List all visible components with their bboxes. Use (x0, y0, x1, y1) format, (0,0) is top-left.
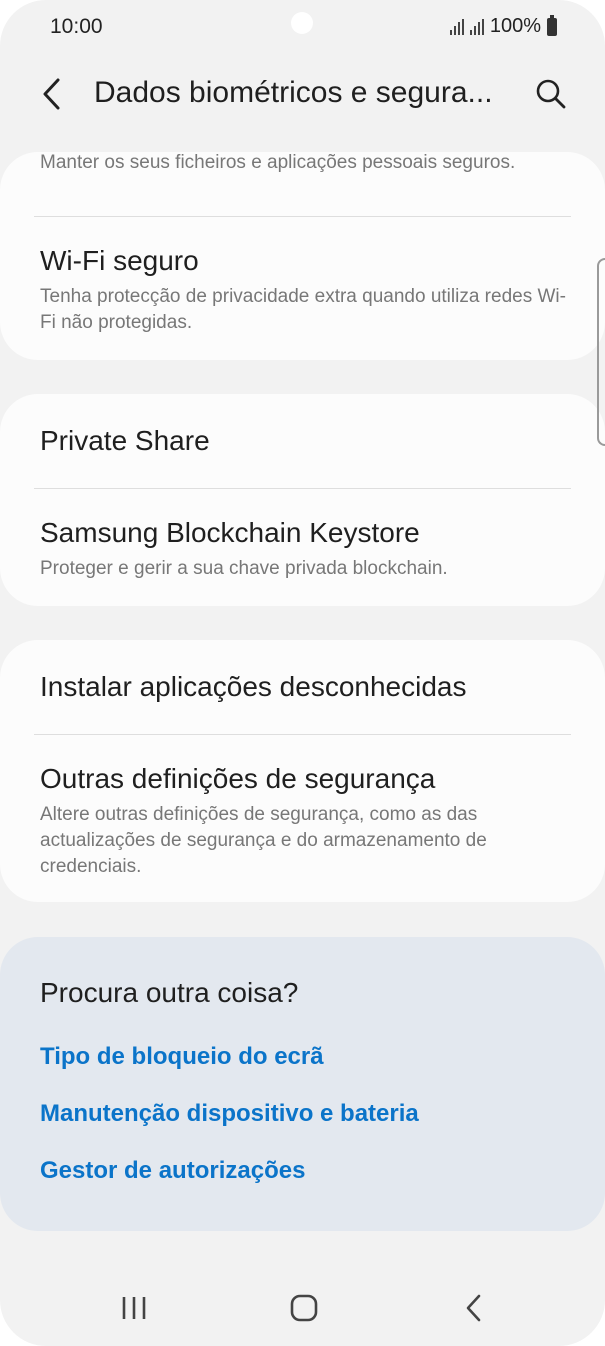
item-title: Samsung Blockchain Keystore (40, 517, 420, 548)
list-item-private-share[interactable]: Private Share (40, 424, 571, 458)
item-title: Private Share (40, 425, 210, 456)
search-icon (536, 79, 566, 109)
list-item-secure-wifi[interactable]: Wi-Fi seguro Tenha protecção de privacid… (40, 244, 571, 336)
back-button[interactable] (30, 70, 74, 118)
link-device-care[interactable]: Manutenção dispositivo e bateria (40, 1100, 419, 1128)
page-title: Dados biométricos e segura... (94, 76, 493, 109)
settings-list[interactable]: Manter os seus ficheiros e aplicações pe… (0, 140, 605, 1240)
item-title: Wi-Fi seguro (40, 245, 199, 276)
item-description: Proteger e gerir a sua chave privada blo… (40, 558, 448, 579)
divider (34, 734, 571, 735)
scrollbar-thumb[interactable] (597, 258, 605, 446)
suggestions-title: Procura outra coisa? (40, 977, 299, 1008)
suggestions-card: Procura outra coisa? Tipo de bloqueio do… (0, 937, 605, 1231)
link-permission-manager[interactable]: Gestor de autorizações (40, 1157, 305, 1185)
chevron-left-icon (43, 78, 60, 110)
signal-icon (469, 18, 484, 35)
item-title: Instalar aplicações desconhecidas (40, 671, 467, 702)
link-screen-lock-type[interactable]: Tipo de bloqueio do ecrã (40, 1043, 324, 1071)
status-indicators: 100% (449, 14, 557, 38)
list-item-other-security-settings[interactable]: Outras definições de segurança Altere ou… (40, 762, 571, 880)
home-button[interactable] (274, 1284, 334, 1332)
status-time: 10:00 (50, 15, 103, 38)
battery-icon (547, 14, 557, 36)
list-item-blockchain-keystore[interactable]: Samsung Blockchain Keystore Proteger e g… (40, 516, 571, 582)
list-item-install-unknown-apps[interactable]: Instalar aplicações desconhecidas (40, 670, 571, 704)
app-bar: Dados biométricos e segura... (0, 60, 605, 130)
item-description: Altere outras definições de segurança, c… (40, 804, 487, 877)
phone-screen: 10:00 100% Dados biométricos e segura... (0, 0, 605, 1346)
item-title: Outras definições de segurança (40, 763, 436, 794)
status-bar: 10:00 100% (0, 0, 605, 56)
recents-icon (122, 1297, 146, 1319)
signal-icon (449, 18, 464, 35)
back-icon (466, 1294, 481, 1322)
home-icon (290, 1294, 318, 1322)
recents-button[interactable] (104, 1284, 164, 1332)
item-description: Manter os seus ficheiros e aplicações pe… (40, 152, 516, 173)
divider (34, 488, 571, 489)
search-button[interactable] (527, 70, 575, 118)
divider (34, 216, 571, 217)
battery-percentage: 100% (489, 15, 541, 37)
front-camera (291, 12, 313, 34)
list-item-secure-folder[interactable]: Manter os seus ficheiros e aplicações pe… (40, 144, 571, 176)
navigation-bar (0, 1270, 605, 1346)
nav-back-button[interactable] (444, 1284, 504, 1332)
item-description: Tenha protecção de privacidade extra qua… (40, 286, 566, 333)
